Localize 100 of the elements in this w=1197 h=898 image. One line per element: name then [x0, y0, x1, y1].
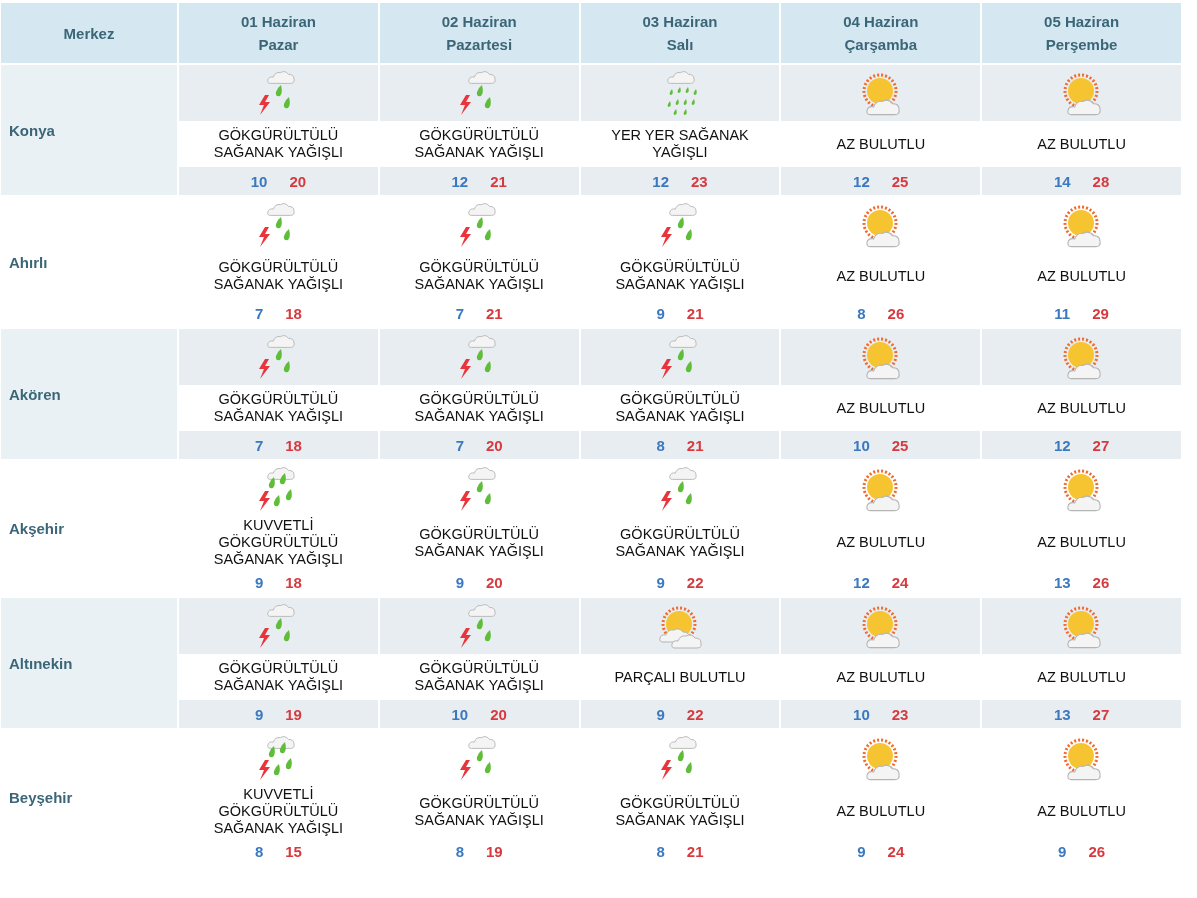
- max-temperature: 29: [1092, 304, 1109, 322]
- weather-description: GÖKGÜRÜLTÜLÜ SAĞANAK YAĞIŞLI: [614, 794, 746, 829]
- min-temperature: 9: [254, 705, 264, 723]
- max-temperature: 21: [686, 304, 704, 322]
- weather-description: GÖKGÜRÜLTÜLÜ SAĞANAK YAĞIŞLI: [212, 660, 344, 694]
- max-temperature: 15: [285, 842, 302, 860]
- max-temperature: 28: [1092, 172, 1110, 190]
- max-temperature: 21: [486, 304, 503, 322]
- weather-description: GÖKGÜRÜLTÜLÜ SAĞANAK YAĞIŞLI: [212, 259, 344, 293]
- min-temperature: 10: [451, 705, 469, 723]
- min-temperature: 8: [656, 436, 665, 454]
- min-temperature: 9: [1058, 842, 1067, 860]
- max-temperature: 20: [490, 705, 507, 723]
- max-temperature: 18: [285, 573, 302, 591]
- min-temperature: 12: [451, 172, 469, 190]
- max-temperature: 20: [486, 573, 503, 591]
- weather-description: GÖKGÜRÜLTÜLÜ SAĞANAK YAĞIŞLI: [614, 525, 746, 560]
- max-temperature: 21: [686, 842, 704, 860]
- weather-description: YER YER SAĞANAK YAĞIŞLI: [610, 127, 750, 161]
- weather-description: AZ BULUTLU: [1037, 267, 1126, 285]
- min-temperature: 8: [656, 842, 665, 860]
- min-temperature: 9: [254, 573, 264, 591]
- weather-description: AZ BULUTLU: [836, 135, 926, 153]
- weekday-heading: Pazartesi: [446, 36, 513, 53]
- city-name: Akşehir: [9, 520, 65, 537]
- weather-description: GÖKGÜRÜLTÜLÜ SAĞANAK YAĞIŞLI: [413, 525, 545, 560]
- weather-description: PARÇALI BULUTLU: [614, 668, 746, 686]
- weekday-heading: Pazar: [258, 36, 299, 53]
- min-temperature: 7: [254, 304, 264, 322]
- weather-description: AZ BULUTLU: [836, 267, 926, 285]
- weather-description: AZ BULUTLU: [1037, 399, 1126, 417]
- max-temperature: 18: [285, 304, 302, 322]
- weather-description: AZ BULUTLU: [836, 668, 926, 686]
- min-temperature: 8: [857, 304, 866, 322]
- max-temperature: 24: [891, 573, 909, 591]
- max-temperature: 25: [891, 436, 909, 454]
- max-temperature: 25: [891, 172, 909, 190]
- weekday-heading: Çarşamba: [844, 36, 918, 53]
- max-temperature: 27: [1092, 705, 1110, 723]
- weather-description: AZ BULUTLU: [836, 399, 926, 417]
- date-heading: 01 Haziran: [240, 13, 316, 30]
- min-temperature: 7: [455, 304, 464, 322]
- weather-description: GÖKGÜRÜLTÜLÜ SAĞANAK YAĞIŞLI: [413, 794, 545, 829]
- min-temperature: 10: [853, 705, 870, 723]
- weather-description: AZ BULUTLU: [836, 534, 926, 551]
- min-temperature: 9: [656, 573, 665, 591]
- weather-description: AZ BULUTLU: [836, 803, 926, 820]
- min-temperature: 12: [1053, 436, 1071, 454]
- max-temperature: 20: [289, 172, 307, 190]
- weather-description: GÖKGÜRÜLTÜLÜ SAĞANAK YAĞIŞLI: [614, 391, 746, 425]
- min-temperature: 12: [853, 172, 870, 190]
- max-temperature: 26: [1088, 842, 1106, 860]
- max-temperature: 18: [285, 436, 302, 454]
- weather-description: GÖKGÜRÜLTÜLÜ SAĞANAK YAĞIŞLI: [413, 391, 545, 425]
- city-name: Akören: [9, 385, 61, 403]
- min-temperature: 7: [455, 436, 464, 454]
- weather-description: AZ BULUTLU: [1037, 668, 1126, 686]
- min-temperature: 14: [1053, 172, 1071, 190]
- min-temperature: 9: [455, 573, 464, 591]
- weather-description: AZ BULUTLU: [1037, 534, 1126, 551]
- city-name: Altınekin: [9, 654, 73, 672]
- max-temperature: 21: [490, 172, 507, 190]
- date-heading: 04 Haziran: [843, 13, 919, 30]
- city-name: Beyşehir: [9, 789, 73, 806]
- min-temperature: 13: [1053, 705, 1071, 723]
- column-heading: Merkez: [63, 24, 115, 42]
- weather-description: GÖKGÜRÜLTÜLÜ SAĞANAK YAĞIŞLI: [413, 660, 545, 694]
- date-heading: 03 Haziran: [642, 13, 718, 30]
- weather-description: GÖKGÜRÜLTÜLÜ SAĞANAK YAĞIŞLI: [413, 127, 545, 161]
- min-temperature: 7: [254, 436, 264, 454]
- max-temperature: 21: [686, 436, 704, 454]
- max-temperature: 27: [1092, 436, 1110, 454]
- max-temperature: 26: [1092, 573, 1110, 591]
- city-name: Konya: [9, 121, 55, 139]
- min-temperature: 11: [1054, 304, 1071, 322]
- weather-description: GÖKGÜRÜLTÜLÜ SAĞANAK YAĞIŞLI: [413, 259, 545, 293]
- weather-description: GÖKGÜRÜLTÜLÜ SAĞANAK YAĞIŞLI: [614, 259, 746, 293]
- date-heading: 05 Haziran: [1044, 13, 1120, 30]
- min-temperature: 13: [1053, 573, 1071, 591]
- max-temperature: 22: [686, 573, 704, 591]
- max-temperature: 23: [691, 172, 708, 190]
- min-temperature: 8: [455, 842, 464, 860]
- min-temperature: 9: [656, 304, 665, 322]
- city-name: Ahırlı: [9, 253, 48, 271]
- weekday-heading: Salı: [666, 36, 694, 53]
- min-temperature: 12: [652, 172, 669, 190]
- weather-description: AZ BULUTLU: [1037, 803, 1126, 820]
- weekday-heading: Perşembe: [1045, 36, 1118, 53]
- min-temperature: 9: [857, 842, 866, 860]
- weather-description: AZ BULUTLU: [1037, 135, 1126, 153]
- min-temperature: 8: [254, 842, 264, 860]
- date-heading: 02 Haziran: [441, 13, 517, 30]
- max-temperature: 22: [686, 705, 704, 723]
- weather-description: GÖKGÜRÜLTÜLÜ SAĞANAK YAĞIŞLI: [212, 391, 344, 425]
- weather-description: KUVVETLİ GÖKGÜRÜLTÜLÜ SAĞANAK YAĞIŞLI: [212, 517, 344, 568]
- max-temperature: 19: [285, 705, 302, 723]
- min-temperature: 9: [656, 705, 665, 723]
- max-temperature: 23: [891, 705, 909, 723]
- max-temperature: 20: [486, 436, 503, 454]
- min-temperature: 10: [250, 172, 268, 190]
